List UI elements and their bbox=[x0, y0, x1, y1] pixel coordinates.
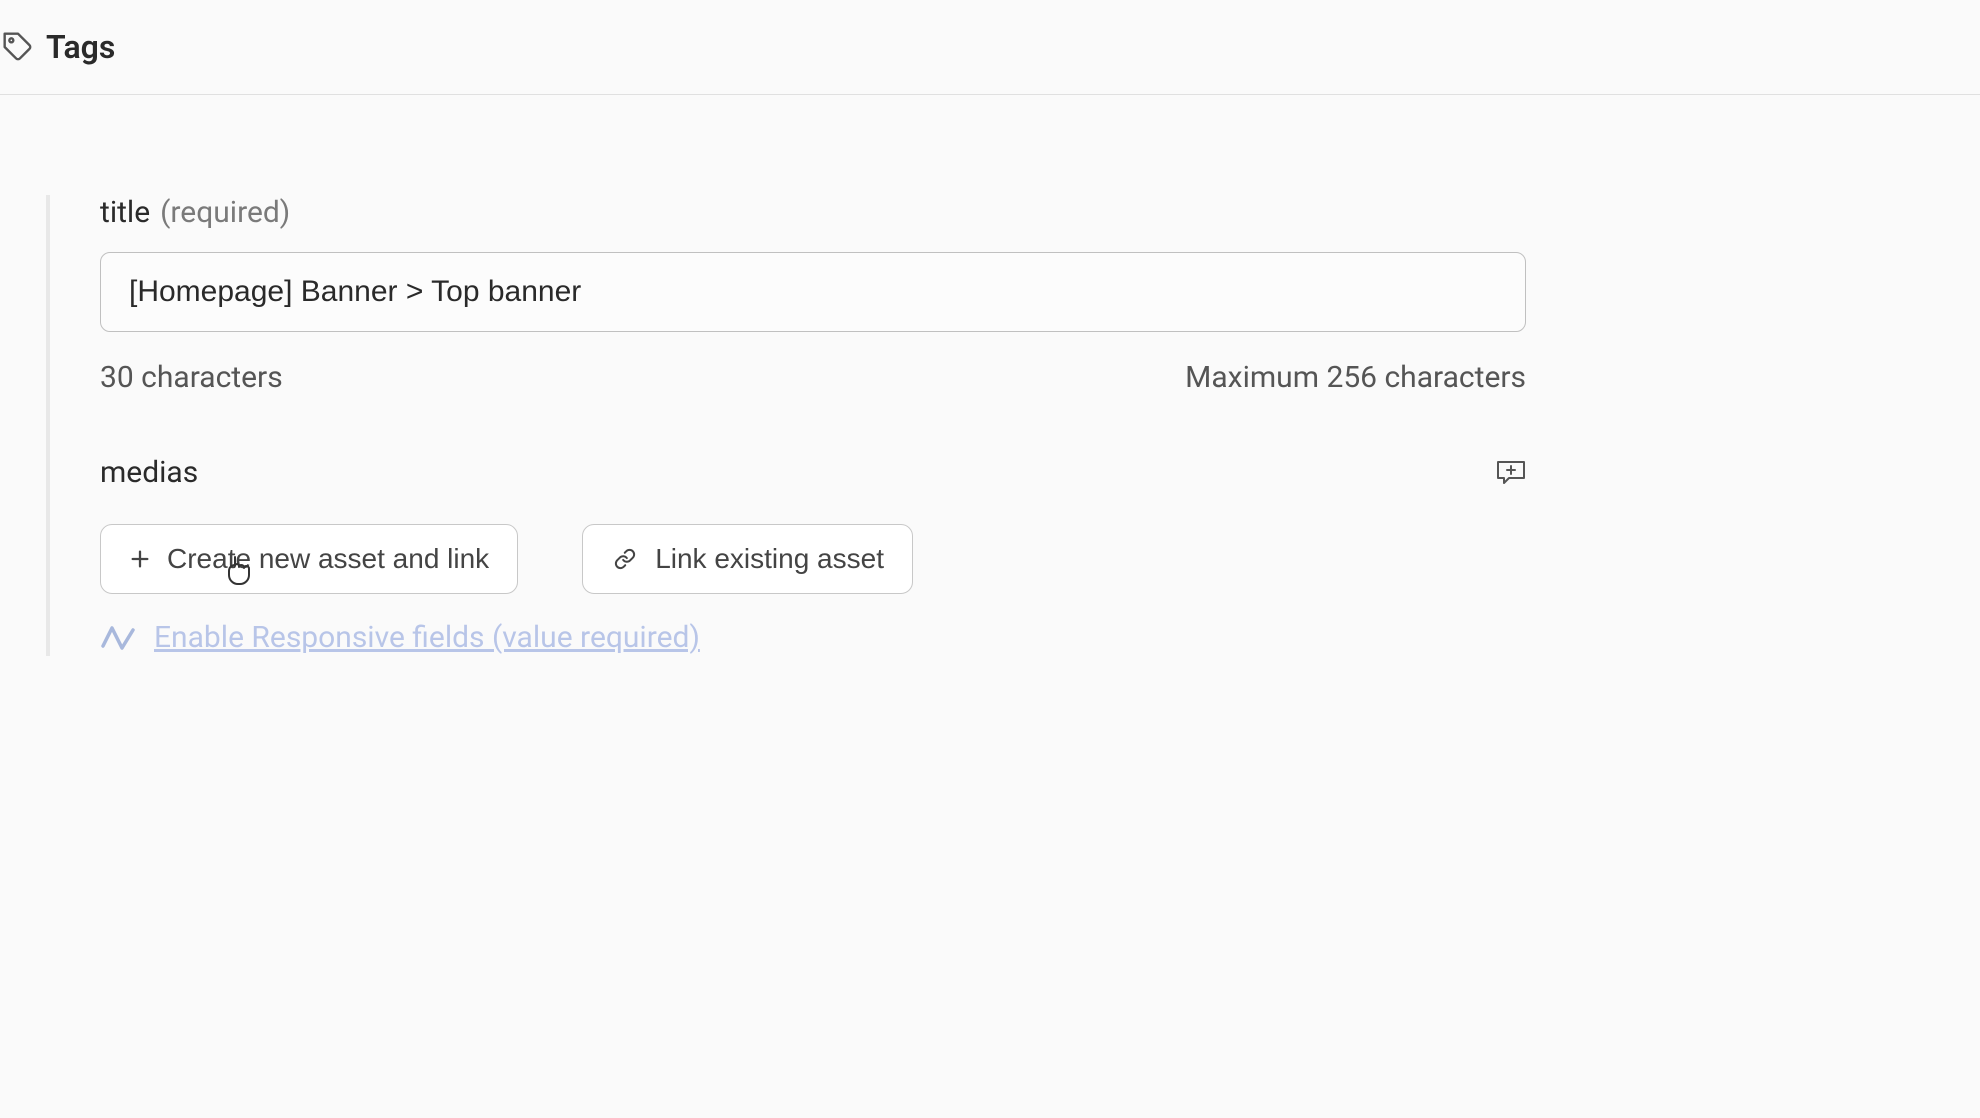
enable-responsive-link[interactable]: Enable Responsive fields (value required… bbox=[100, 620, 700, 655]
title-label-row: title (required) bbox=[100, 195, 1526, 230]
title-label: title bbox=[100, 195, 150, 230]
medias-button-row: Create new asset and link Link existing … bbox=[100, 524, 1526, 594]
medias-field: medias Create new asset and link bbox=[100, 455, 1526, 656]
title-char-count: 30 characters bbox=[100, 360, 283, 395]
wave-icon bbox=[100, 624, 138, 652]
page-title: Tags bbox=[46, 28, 115, 66]
title-field: title (required) 30 characters Maximum 2… bbox=[100, 195, 1526, 395]
medias-header: medias bbox=[100, 455, 1526, 490]
add-comment-icon[interactable] bbox=[1496, 460, 1526, 486]
tag-icon bbox=[2, 31, 34, 63]
title-max-chars: Maximum 256 characters bbox=[1185, 360, 1526, 395]
link-asset-label: Link existing asset bbox=[655, 543, 884, 575]
tags-header: Tags bbox=[0, 0, 1980, 95]
title-meta: 30 characters Maximum 256 characters bbox=[100, 360, 1526, 395]
create-asset-button[interactable]: Create new asset and link bbox=[100, 524, 518, 594]
link-icon bbox=[611, 548, 639, 570]
title-required-label: (required) bbox=[160, 195, 290, 230]
title-input[interactable] bbox=[100, 252, 1526, 332]
form-content: title (required) 30 characters Maximum 2… bbox=[46, 195, 1526, 656]
plus-icon bbox=[129, 548, 151, 570]
responsive-link-label: Enable Responsive fields (value required… bbox=[154, 620, 700, 655]
create-asset-label: Create new asset and link bbox=[167, 543, 489, 575]
link-asset-button[interactable]: Link existing asset bbox=[582, 524, 913, 594]
medias-label: medias bbox=[100, 455, 198, 490]
